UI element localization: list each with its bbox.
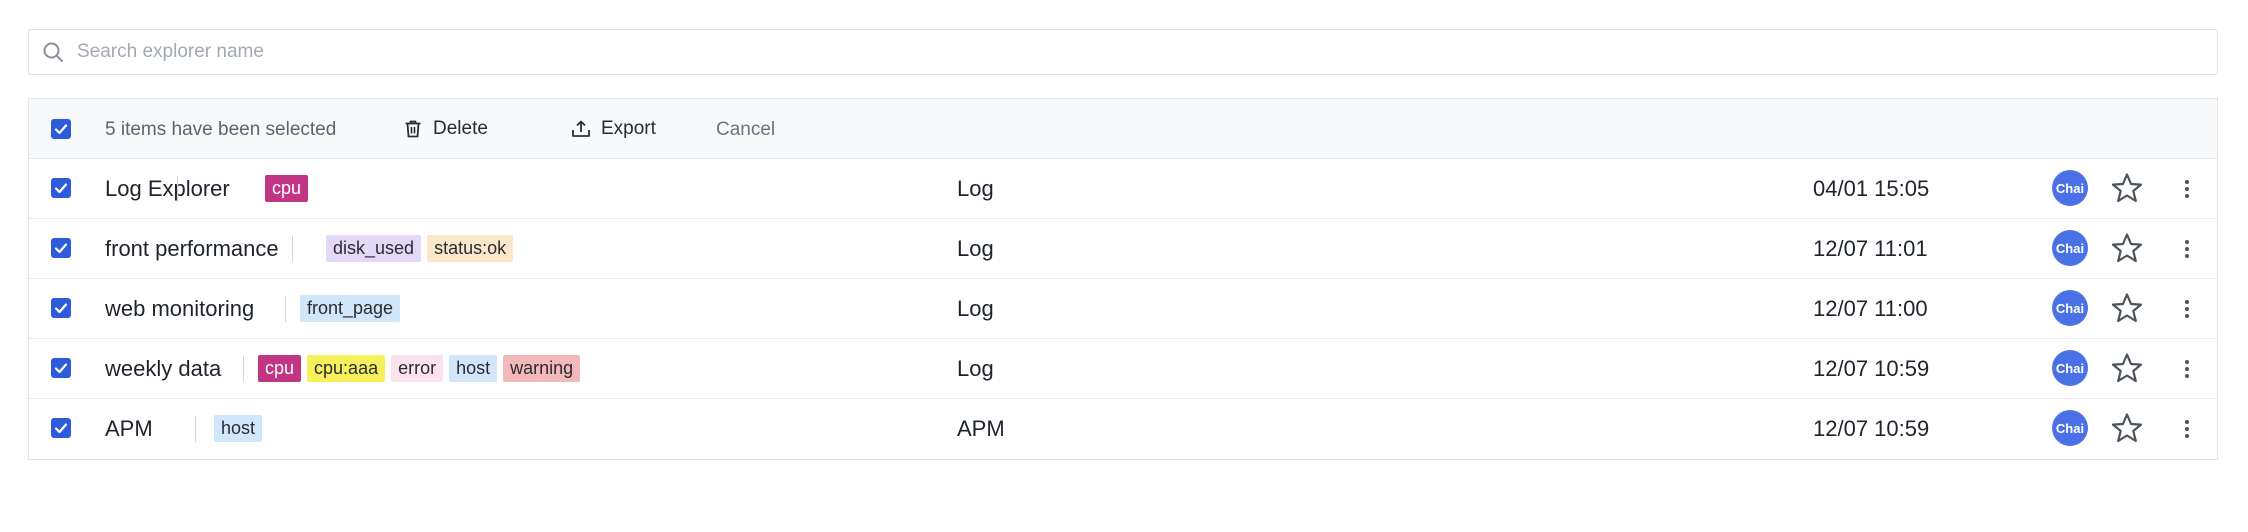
explorer-name[interactable]: web monitoring [105, 296, 254, 322]
star-icon[interactable] [2110, 291, 2144, 325]
more-options-icon[interactable] [2175, 235, 2199, 263]
explorer-list: Log Explorer cpu Log 04/01 15:05 Chai fr… [29, 159, 2217, 459]
tag-badge[interactable]: warning [503, 355, 581, 382]
name-divider [292, 236, 293, 262]
explorer-name[interactable]: APM [105, 416, 153, 442]
explorer-type: APM [957, 416, 1005, 441]
star-icon[interactable] [2110, 171, 2144, 205]
tag-badge[interactable]: front_page [300, 295, 401, 322]
name-divider [195, 416, 196, 442]
avatar: Chai [2052, 410, 2088, 446]
tag-badge[interactable]: host [449, 355, 498, 382]
explorer-row[interactable]: weekly data cpu cpu:aaa error host warning L… [29, 339, 2217, 399]
more-options-icon[interactable] [2175, 415, 2199, 443]
explorer-type: Log [957, 176, 994, 201]
explorer-row[interactable]: Log Explorer cpu Log 04/01 15:05 Chai [29, 159, 2217, 219]
tag-badge[interactable]: host [214, 415, 263, 442]
tag-badge[interactable]: disk_used [326, 235, 422, 262]
search-input[interactable] [75, 40, 1879, 64]
export-icon [570, 118, 592, 140]
explorer-name[interactable]: weekly data [105, 356, 221, 382]
tag-badge[interactable]: status:ok [427, 235, 514, 262]
name-divider [177, 176, 178, 202]
name-divider [285, 296, 286, 322]
modified-date: 12/07 10:59 [1813, 356, 1930, 381]
export-button[interactable]: Export [570, 115, 656, 143]
tag-list: disk_used status:ok [326, 235, 514, 262]
name-divider [243, 356, 244, 382]
star-icon[interactable] [2110, 231, 2144, 265]
modified-date: 12/07 11:00 [1813, 296, 1928, 321]
tag-badge[interactable]: error [391, 355, 444, 382]
cancel-button[interactable]: Cancel [716, 119, 775, 141]
avatar: Chai [2052, 230, 2088, 266]
export-label: Export [601, 118, 656, 139]
trash-icon [402, 118, 424, 140]
explorer-row[interactable]: front performance disk_used status:ok Log… [29, 219, 2217, 279]
row-checkbox[interactable] [51, 238, 71, 258]
avatar: Chai [2052, 170, 2088, 206]
modified-date: 12/07 10:59 [1813, 416, 1930, 441]
star-icon[interactable] [2110, 351, 2144, 385]
modified-date: 12/07 11:01 [1813, 236, 1928, 261]
tag-badge[interactable]: cpu [265, 175, 309, 202]
tag-badge[interactable]: cpu:aaa [307, 355, 386, 382]
explorer-row[interactable]: web monitoring front_page Log 12/07 11:0… [29, 279, 2217, 339]
row-checkbox[interactable] [51, 298, 71, 318]
search-bar[interactable] [28, 29, 2218, 75]
row-checkbox[interactable] [51, 418, 71, 438]
explorer-type: Log [957, 296, 994, 321]
avatar: Chai [2052, 350, 2088, 386]
avatar: Chai [2052, 290, 2088, 326]
search-icon [41, 40, 65, 64]
tag-list: cpu [265, 175, 309, 202]
explorer-row[interactable]: APM host APM 12/07 10:59 Chai [29, 399, 2217, 459]
tag-list: cpu cpu:aaa error host warning [258, 355, 581, 382]
explorer-table: 5 items have been selected Delete Export… [28, 98, 2218, 460]
delete-label: Delete [433, 118, 488, 139]
delete-button[interactable]: Delete [402, 115, 488, 143]
tag-list: host [214, 415, 263, 442]
explorer-type: Log [957, 356, 994, 381]
modified-date: 04/01 15:05 [1813, 176, 1930, 201]
more-options-icon[interactable] [2175, 355, 2199, 383]
select-all-checkbox[interactable] [51, 119, 71, 139]
more-options-icon[interactable] [2175, 295, 2199, 323]
row-checkbox[interactable] [51, 358, 71, 378]
more-options-icon[interactable] [2175, 175, 2199, 203]
tag-badge[interactable]: cpu [258, 355, 302, 382]
explorer-type: Log [957, 236, 994, 261]
star-icon[interactable] [2110, 411, 2144, 445]
explorer-name[interactable]: front performance [105, 236, 279, 262]
row-checkbox[interactable] [51, 178, 71, 198]
selection-count-text: 5 items have been selected [105, 119, 337, 140]
explorer-name[interactable]: Log Explorer [105, 176, 230, 202]
tag-list: front_page [300, 295, 401, 322]
selection-toolbar: 5 items have been selected Delete Export… [29, 99, 2217, 159]
